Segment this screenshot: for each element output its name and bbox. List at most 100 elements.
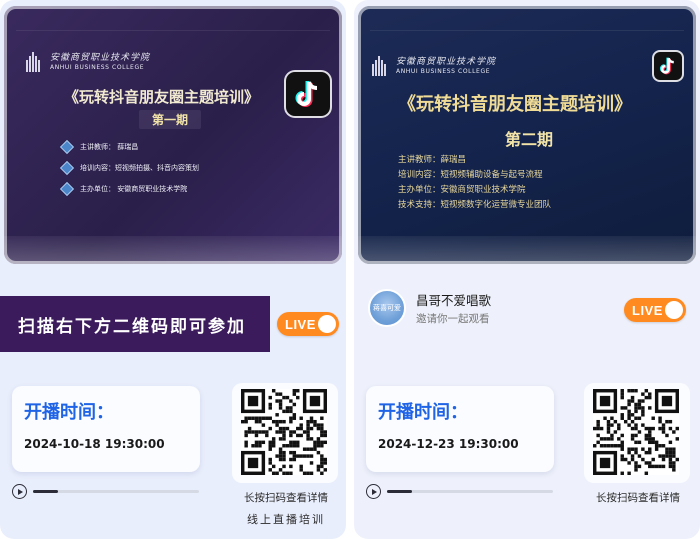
qr-module — [675, 437, 679, 441]
qr-module — [289, 464, 293, 469]
qr-code[interactable] — [593, 389, 679, 475]
qr-module — [261, 416, 266, 420]
qr-module — [302, 471, 307, 475]
qr-module — [289, 416, 293, 420]
live-toggle[interactable]: LIVE — [277, 312, 339, 336]
qr-module — [637, 464, 642, 469]
avatar-text: 蒋喜可爱 — [373, 304, 401, 312]
qr-module — [610, 423, 614, 427]
qr-module — [268, 406, 272, 410]
qr-module — [637, 430, 642, 434]
qr-module — [610, 437, 614, 441]
info-text: 主讲教师： 薛瑞昌 — [80, 143, 139, 151]
qr-module — [634, 464, 638, 469]
qr-module — [275, 423, 279, 427]
slide-episode-1[interactable]: 安徽商贸职业技术学院 ANHUI BUSINESS COLLEGE 《玩转抖音朋… — [4, 6, 342, 264]
qr-module — [268, 426, 272, 431]
qr-module — [292, 457, 297, 462]
qr-module — [320, 471, 324, 475]
slide-divider — [370, 30, 684, 31]
qr-module — [630, 399, 635, 403]
diamond-icon — [59, 160, 75, 176]
qr-module — [661, 426, 666, 431]
qr-module — [634, 433, 638, 438]
qr-module — [268, 444, 272, 448]
qr-module — [278, 402, 283, 407]
qr-module — [292, 402, 297, 407]
qr-module — [299, 423, 303, 427]
qr-module — [285, 444, 290, 448]
info-text: 主讲教师：薛瑞昌 — [398, 155, 467, 165]
qr-module — [254, 444, 259, 448]
qr-module — [299, 433, 303, 438]
qr-module — [282, 457, 286, 462]
progress-track[interactable] — [387, 490, 553, 493]
qr-module — [606, 437, 611, 441]
start-time-label: 开播时间： — [24, 402, 114, 423]
qr-module — [606, 444, 611, 448]
qr-module — [668, 447, 673, 451]
qr-module — [313, 447, 317, 451]
play-icon[interactable] — [12, 484, 27, 499]
qr-module — [641, 399, 645, 403]
qr-module — [606, 430, 611, 434]
slide-episode-2[interactable]: 安徽商贸职业技术学院 ANHUI BUSINESS COLLEGE 《玩转抖音朋… — [358, 6, 696, 264]
qr-module — [285, 395, 290, 400]
qr-module — [672, 468, 676, 472]
qr-module — [630, 457, 635, 462]
slide-footer-band — [358, 236, 696, 264]
qr-module — [271, 389, 276, 393]
avatar[interactable]: 蒋喜可爱 — [368, 289, 406, 327]
qr-module — [254, 433, 259, 438]
qr-module — [268, 440, 272, 445]
host-info[interactable]: 蒋喜可爱 昌哥不爱唱歌 邀请你一起观看 — [368, 289, 491, 327]
qr-module — [271, 419, 276, 424]
qr-module — [596, 419, 600, 424]
start-time-card: 开播时间： 2024-10-18 19:30:00 — [12, 386, 200, 472]
qr-module — [292, 389, 297, 393]
qr-module — [610, 416, 614, 420]
qr-module — [634, 447, 638, 451]
qr-module — [289, 450, 293, 455]
qr-module — [617, 423, 621, 427]
qr-module — [258, 419, 262, 424]
qr-module — [265, 433, 269, 438]
qr-module — [254, 416, 259, 420]
qr-module — [292, 430, 297, 434]
qr-module — [278, 419, 283, 424]
qr-module — [271, 440, 276, 445]
qr-module — [292, 413, 297, 417]
qr-module — [651, 464, 655, 469]
qr-module — [617, 444, 621, 448]
qr-code[interactable] — [241, 389, 327, 475]
qr-module — [641, 413, 645, 417]
qr-module — [323, 430, 327, 434]
qr-module — [668, 464, 673, 469]
qr-module — [285, 471, 290, 475]
qr-module — [306, 437, 310, 441]
qr-module — [282, 395, 286, 400]
qr-module — [648, 450, 652, 455]
qr-module — [313, 423, 317, 427]
logo-name-en: ANHUI BUSINESS COLLEGE — [50, 63, 145, 71]
qr-module — [302, 430, 307, 434]
qr-module — [665, 450, 669, 455]
play-icon[interactable] — [366, 484, 381, 499]
qr-module — [292, 454, 297, 458]
qr-module — [634, 389, 638, 393]
qr-module — [254, 440, 259, 445]
qr-module — [275, 471, 279, 475]
progress-track[interactable] — [33, 490, 199, 493]
qr-module — [637, 402, 642, 407]
info-text: 技术支持：短视频数字化运营微专业团队 — [398, 200, 552, 210]
qr-module — [278, 468, 283, 472]
qr-module — [320, 416, 324, 420]
qr-module — [289, 409, 293, 414]
live-toggle[interactable]: LIVE — [624, 298, 686, 322]
qr-module — [296, 389, 300, 393]
qr-module — [620, 457, 624, 462]
qr-module — [668, 457, 673, 462]
qr-module — [634, 409, 638, 414]
qr-module — [634, 416, 638, 420]
qr-module — [309, 419, 314, 424]
